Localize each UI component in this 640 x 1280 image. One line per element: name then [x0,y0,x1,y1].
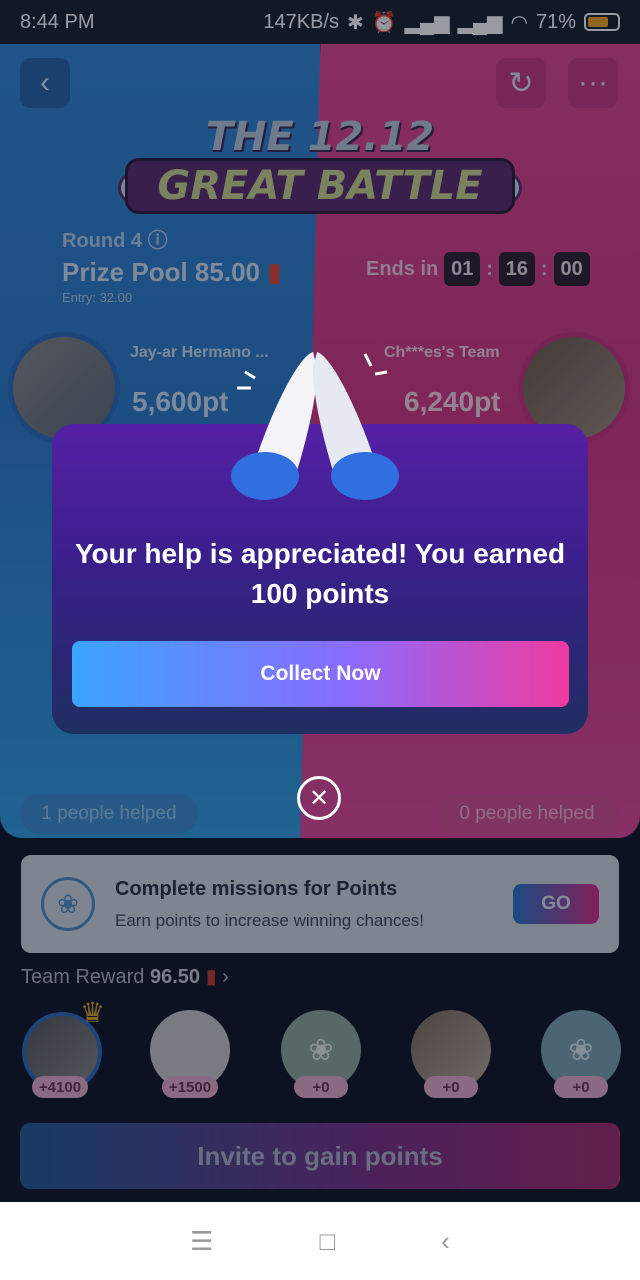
right-team-points: 6,240pt [404,386,501,417]
more-button[interactable]: ··· [568,58,618,108]
close-icon: ✕ [308,784,330,812]
member-points: +0 [424,1076,478,1098]
ends-label: Ends in [366,257,439,280]
close-modal-button[interactable]: ✕ [297,776,341,820]
right-helped-badge: 0 people helped [436,794,618,834]
member-points: +0 [294,1076,348,1098]
event-title-line1: THE 12.12 [205,114,435,160]
left-team-points: 5,600pt [132,386,229,417]
crown-icon: ♛ [80,997,106,1028]
countdown: Ends in 01 : 16 : 00 [366,252,590,286]
info-icon[interactable]: ⓘ [148,230,168,252]
round-label: Round 4 [62,230,142,252]
round-info: Round 4 ⓘ Prize Pool 85.00 ▮ Entry: 32.0… [62,224,282,305]
signal-icon-2: ▂▄▆ [457,11,503,34]
wifi-icon: ◠ [510,11,528,34]
status-time: 8:44 PM [20,10,95,33]
go-button[interactable]: GO [513,884,599,924]
missions-subtitle: Earn points to increase winning chances! [115,910,425,930]
invite-button[interactable]: Invite to gain points [20,1123,620,1189]
paw-icon: ❀ [41,877,95,931]
chevron-right-icon: › [222,966,229,988]
battery-percent: 71% [535,10,576,33]
more-icon: ··· [578,66,608,99]
team-members: ♛ +4100 +1500 ❀ +0 +0 ❀ +0 [18,997,628,1108]
praying-hands-icon [231,352,399,500]
entry-fee: Entry: 32.00 [62,290,133,305]
event-title-line2: GREAT BATTLE [125,158,515,214]
bluetooth-icon: ✱ [346,11,364,34]
missions-title: Complete missions for Points [115,877,398,900]
refresh-button[interactable]: ↻ [496,58,546,108]
battery-icon [584,13,620,31]
refresh-icon: ↻ [508,66,534,100]
team-reward-label: Team Reward [21,966,145,988]
system-nav-bar: ☰ □ ‹ [0,1202,640,1280]
chevron-left-icon: ‹ [40,66,50,99]
prize-pool: Prize Pool 85.00 [62,257,260,287]
collect-now-button[interactable]: Collect Now [72,641,569,707]
member-points: +1500 [162,1076,218,1098]
alarm-icon: ⏰ [371,11,397,34]
team-reward-amount: 96.50 [149,966,201,988]
countdown-minutes: 16 [498,252,535,286]
team-reward[interactable]: Team Reward 96.50 ▮ › [21,964,229,989]
network-speed: 147KB/s [263,10,339,33]
countdown-hours: 01 [444,252,481,286]
modal-message: Your help is appreciated! You earned 100… [74,538,566,609]
member-points: +4100 [32,1076,88,1098]
countdown-seconds: 00 [553,252,590,286]
menu-icon[interactable]: ☰ [190,1226,213,1257]
back-button[interactable]: ‹ [20,58,70,108]
left-helped-badge: 1 people helped [20,794,198,834]
status-bar: 8:44 PM 147KB/s ✱ ⏰ ▂▄▆ ▂▄▆ ◠ 71% [0,0,640,44]
back-icon[interactable]: ‹ [441,1226,450,1257]
home-icon[interactable]: □ [319,1226,335,1257]
red-packet-icon: ▮ [205,966,217,988]
member-points: +0 [554,1076,608,1098]
missions-card: ❀ Complete missions for Points Earn poin… [21,855,619,953]
red-packet-icon: ▮ [267,257,282,287]
signal-icon: ▂▄▆ [404,11,450,34]
